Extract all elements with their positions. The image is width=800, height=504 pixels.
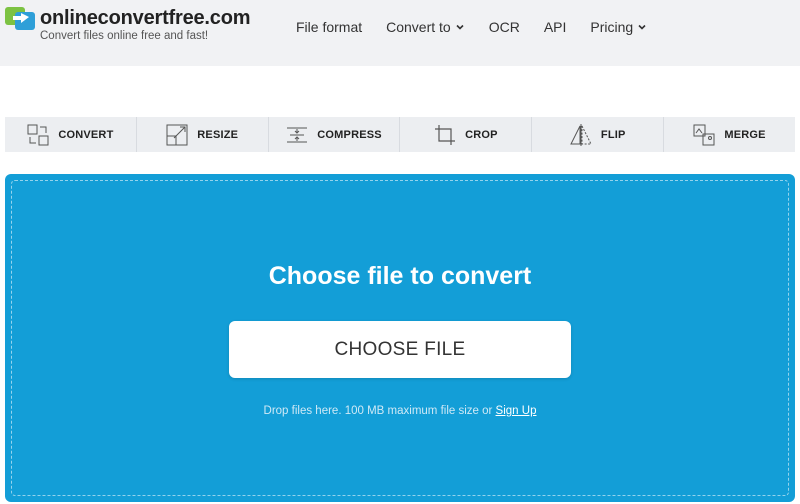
tool-compress-label: COMPRESS (317, 128, 382, 141)
tool-convert[interactable]: CONVERT (5, 117, 137, 152)
nav-file-format[interactable]: File format (296, 18, 362, 36)
nav-pricing[interactable]: Pricing (590, 18, 647, 36)
tool-crop[interactable]: CROP (400, 117, 533, 152)
nav-ocr[interactable]: OCR (489, 18, 520, 36)
tool-resize[interactable]: RESIZE (137, 117, 269, 152)
tool-flip-label: FLIP (600, 128, 626, 141)
chevron-down-icon (638, 24, 646, 30)
convert-icon (27, 124, 49, 145)
compress-icon (287, 127, 308, 142)
choose-file-button[interactable]: CHOOSE FILE (229, 321, 571, 378)
nav-ocr-label: OCR (488, 19, 520, 35)
resize-icon (166, 124, 188, 145)
site-header: onlineconvertfree.com Convert files onli… (0, 0, 800, 66)
tool-convert-label: CONVERT (58, 128, 114, 141)
crop-icon (435, 124, 456, 145)
merge-icon (693, 124, 715, 145)
nav-api[interactable]: API (544, 18, 567, 36)
upload-title: Choose file to convert (268, 262, 532, 290)
main-nav: File format Convert to OCR API Pricing (296, 18, 671, 36)
nav-api-label: API (543, 19, 567, 35)
nav-convert-to[interactable]: Convert to (386, 18, 465, 36)
upload-panel[interactable]: Choose file to convert CHOOSE FILE Drop … (5, 174, 795, 502)
tools-bar: CONVERT RESIZE COMPRESS CROP FLIP MERGE (5, 117, 795, 152)
tool-compress[interactable]: COMPRESS (269, 117, 401, 152)
drop-note-text: Drop files here. 100 MB maximum file siz… (263, 405, 493, 417)
tool-crop-label: CROP (465, 128, 498, 141)
tool-merge[interactable]: MERGE (664, 117, 795, 152)
tool-resize-label: RESIZE (197, 128, 239, 141)
nav-convert-to-label: Convert to (386, 19, 451, 35)
chevron-down-icon (456, 24, 464, 30)
tagline: Convert files online free and fast! (40, 30, 209, 42)
tool-flip[interactable]: FLIP (532, 117, 665, 152)
nav-file-format-label: File format (296, 19, 363, 35)
nav-pricing-label: Pricing (590, 19, 634, 35)
drop-note: Drop files here. 100 MB maximum file siz… (5, 404, 795, 418)
tool-merge-label: MERGE (724, 128, 766, 141)
signup-link[interactable]: Sign Up (496, 405, 537, 417)
brand-name[interactable]: onlineconvertfree.com (40, 7, 251, 29)
logo-icon[interactable] (5, 7, 35, 30)
flip-icon (570, 123, 592, 146)
